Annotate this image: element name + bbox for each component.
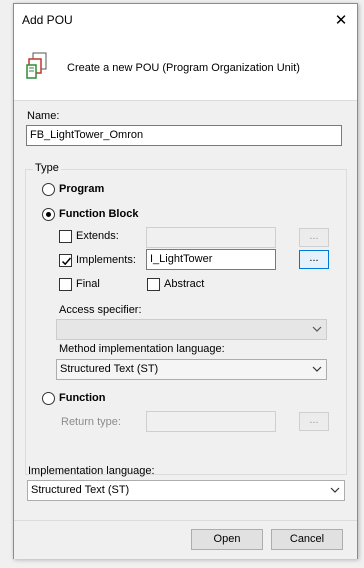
chevron-down-icon <box>312 326 322 332</box>
return-type-browse-button[interactable]: ... <box>299 412 329 431</box>
extends-input[interactable] <box>146 227 276 248</box>
add-pou-dialog: Add POU ✕ Create a new POU (Program Orga… <box>13 3 358 559</box>
cancel-button[interactable]: Cancel <box>271 529 343 550</box>
implementation-language-select[interactable]: Structured Text (ST) <box>27 480 345 501</box>
chevron-down-icon <box>312 366 322 372</box>
extends-label: Extends: <box>76 230 119 242</box>
final-label: Final <box>76 278 100 290</box>
dialog-header: Create a new POU (Program Organization U… <box>14 36 357 100</box>
implements-label: Implements: <box>76 254 136 266</box>
open-button[interactable]: Open <box>191 529 263 550</box>
pou-icon <box>26 52 47 79</box>
chevron-down-icon <box>330 487 340 493</box>
abstract-label: Abstract <box>164 278 205 290</box>
extends-browse-button[interactable]: ... <box>299 228 329 247</box>
radio-selected-dot <box>46 212 51 217</box>
implements-input[interactable]: I_LightTower <box>146 249 276 270</box>
implements-checkbox[interactable] <box>59 254 72 267</box>
extends-checkbox[interactable] <box>59 230 72 243</box>
method-language-label: Method implementation language: <box>59 343 225 355</box>
title-bar[interactable]: Add POU ✕ <box>14 4 357 36</box>
return-type-label: Return type: <box>61 416 121 428</box>
function-block-radio-label[interactable]: Function Block <box>59 208 138 220</box>
return-type-input[interactable] <box>146 411 276 432</box>
dialog-body: Name: FB_LightTower_Omron Type Program F… <box>14 100 357 520</box>
function-block-radio[interactable] <box>42 208 55 221</box>
function-radio-label[interactable]: Function <box>59 392 105 404</box>
implements-browse-button[interactable]: ... <box>299 250 329 269</box>
name-input[interactable]: FB_LightTower_Omron <box>26 125 342 146</box>
program-radio-label[interactable]: Program <box>59 183 104 195</box>
access-specifier-label: Access specifier: <box>59 304 142 316</box>
window-title: Add POU <box>22 13 73 27</box>
final-checkbox[interactable] <box>59 278 72 291</box>
access-specifier-select[interactable] <box>56 319 327 340</box>
abstract-checkbox[interactable] <box>147 278 160 291</box>
implementation-language-label: Implementation language: <box>28 465 155 477</box>
program-radio[interactable] <box>42 183 55 196</box>
close-icon: ✕ <box>334 12 348 29</box>
name-label: Name: <box>27 110 60 122</box>
close-button[interactable]: ✕ <box>325 4 357 36</box>
method-language-value: Structured Text (ST) <box>60 363 159 375</box>
type-group-label: Type <box>33 162 61 174</box>
method-language-select[interactable]: Structured Text (ST) <box>56 359 327 380</box>
dialog-description: Create a new POU (Program Organization U… <box>67 62 300 74</box>
implementation-language-value: Structured Text (ST) <box>31 484 130 496</box>
checkmark-icon <box>61 257 72 266</box>
function-radio[interactable] <box>42 392 55 405</box>
dialog-footer: Open Cancel <box>14 520 357 559</box>
